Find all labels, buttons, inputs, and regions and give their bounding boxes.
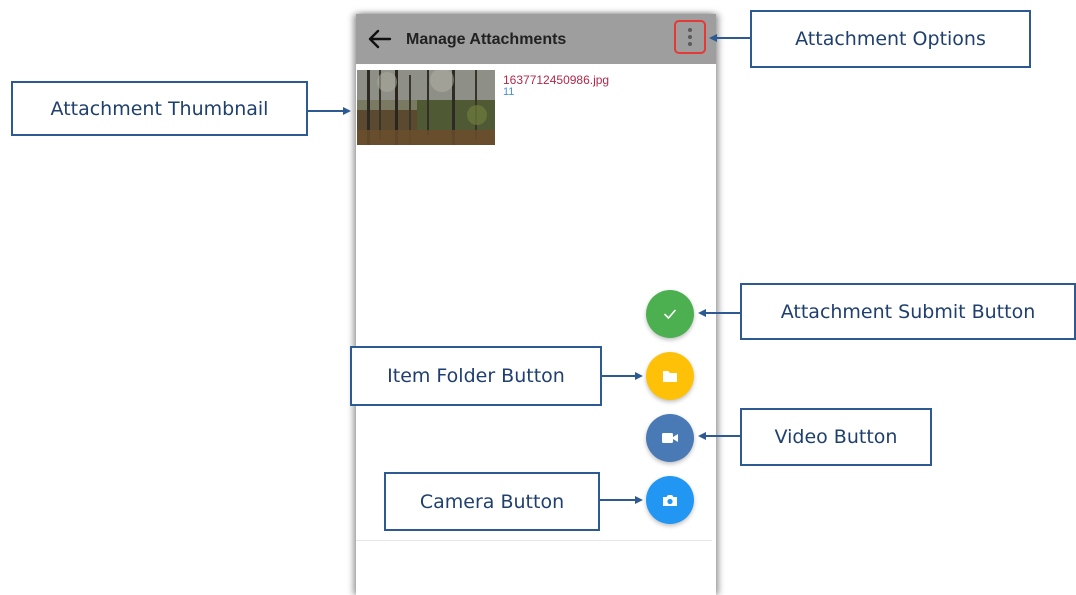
callout-arrows <box>308 34 750 504</box>
